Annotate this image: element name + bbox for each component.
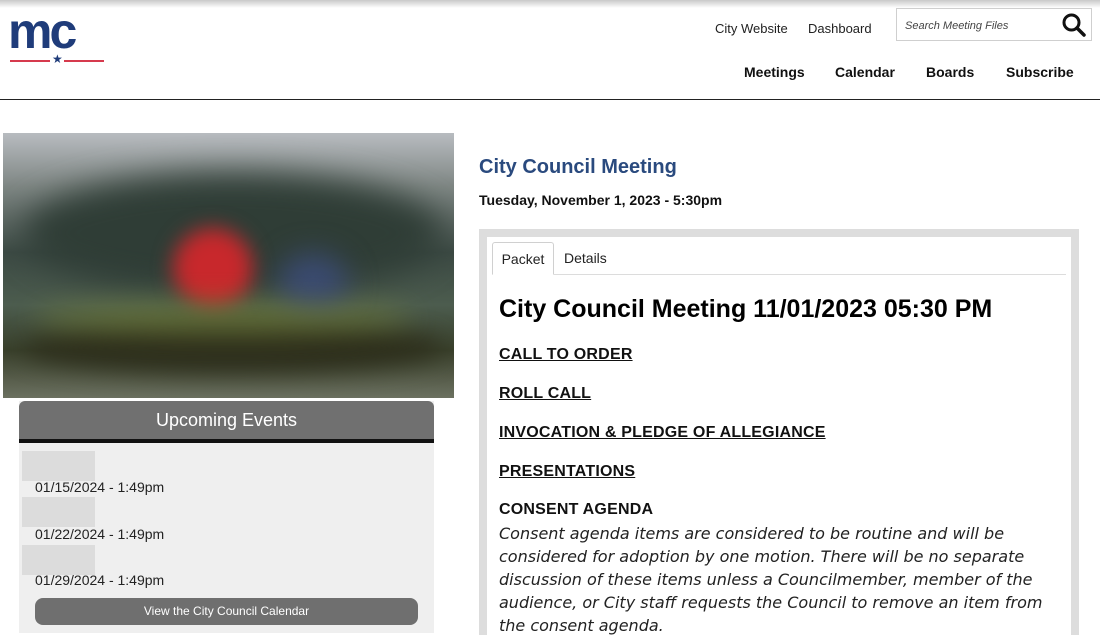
upcoming-events-divider [19,439,434,443]
event-date[interactable]: 01/22/2024 - 1:49pm [35,526,164,542]
nav-subscribe[interactable]: Subscribe [1006,64,1074,80]
search-icon[interactable] [1061,12,1087,38]
logo-stripe-left [10,60,50,62]
tab-details[interactable]: Details [564,242,607,275]
packet-heading: City Council Meeting 11/01/2023 05:30 PM [499,295,993,323]
logo-star-icon: ★ [52,52,63,66]
agenda-item-consent: CONSENT AGENDA [499,501,654,518]
nav-boards[interactable]: Boards [926,64,974,80]
logo-text: mc [8,3,77,59]
logo-stripe-right [64,60,104,62]
agenda-item-invocation[interactable]: INVOCATION & PLEDGE OF ALLEGIANCE [499,424,826,442]
consent-description: Consent agenda items are considered to b… [499,524,1043,635]
event-thumbnail[interactable] [22,497,95,527]
nav-meetings[interactable]: Meetings [744,64,805,80]
event-thumbnail[interactable] [22,451,95,481]
council-chamber-photo [3,133,454,398]
site-logo[interactable]: mc ★ [8,3,106,70]
agenda-item-call-to-order[interactable]: CALL TO ORDER [499,346,633,364]
view-calendar-button[interactable]: View the City Council Calendar [35,598,418,625]
search-input[interactable] [903,15,1057,37]
agenda-item-presentations[interactable]: PRESENTATIONS [499,463,635,481]
city-website-link[interactable]: City Website [715,21,788,36]
header-divider [0,99,1100,100]
nav-calendar[interactable]: Calendar [835,64,895,80]
search-box [896,8,1092,41]
event-date[interactable]: 01/29/2024 - 1:49pm [35,572,164,588]
event-thumbnail[interactable] [22,545,95,575]
tab-packet[interactable]: Packet [492,242,554,275]
agenda-item-roll-call[interactable]: ROLL CALL [499,385,591,403]
meeting-title: City Council Meeting [479,156,677,178]
dashboard-link[interactable]: Dashboard [808,21,872,36]
top-shadow [0,0,1100,8]
upcoming-events-title: Upcoming Events [19,401,434,439]
event-date[interactable]: 01/15/2024 - 1:49pm [35,479,164,495]
meeting-date: Tuesday, November 1, 2023 - 5:30pm [479,192,723,208]
